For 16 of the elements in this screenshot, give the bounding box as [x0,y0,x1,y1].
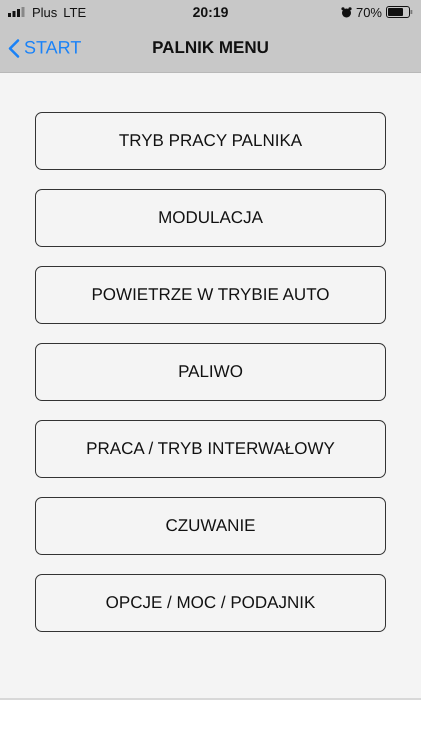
battery-icon [386,6,413,18]
clock-time: 20:19 [192,4,228,20]
screen-title: PALNIK MENU [152,38,269,58]
menu-button[interactable]: CZUWANIE [35,497,386,555]
menu-button[interactable]: PALIWO [35,343,386,401]
menu-button[interactable]: OPCJE / MOC / PODAJNIK [35,574,386,632]
menu-button[interactable]: POWIETRZE W TRYBIE AUTO [35,266,386,324]
network-type: LTE [63,4,86,20]
chevron-left-icon [8,38,20,58]
alarm-clock-icon [340,6,352,18]
signal-icon [8,7,26,17]
menu-button[interactable]: MODULACJA [35,189,386,247]
menu-button[interactable]: PRACA / TRYB INTERWAŁOWY [35,420,386,478]
menu-button[interactable]: TRYB PRACY PALNIKA [35,112,386,170]
carrier-name: Plus [32,4,58,20]
battery-percent: 70% [356,4,382,20]
